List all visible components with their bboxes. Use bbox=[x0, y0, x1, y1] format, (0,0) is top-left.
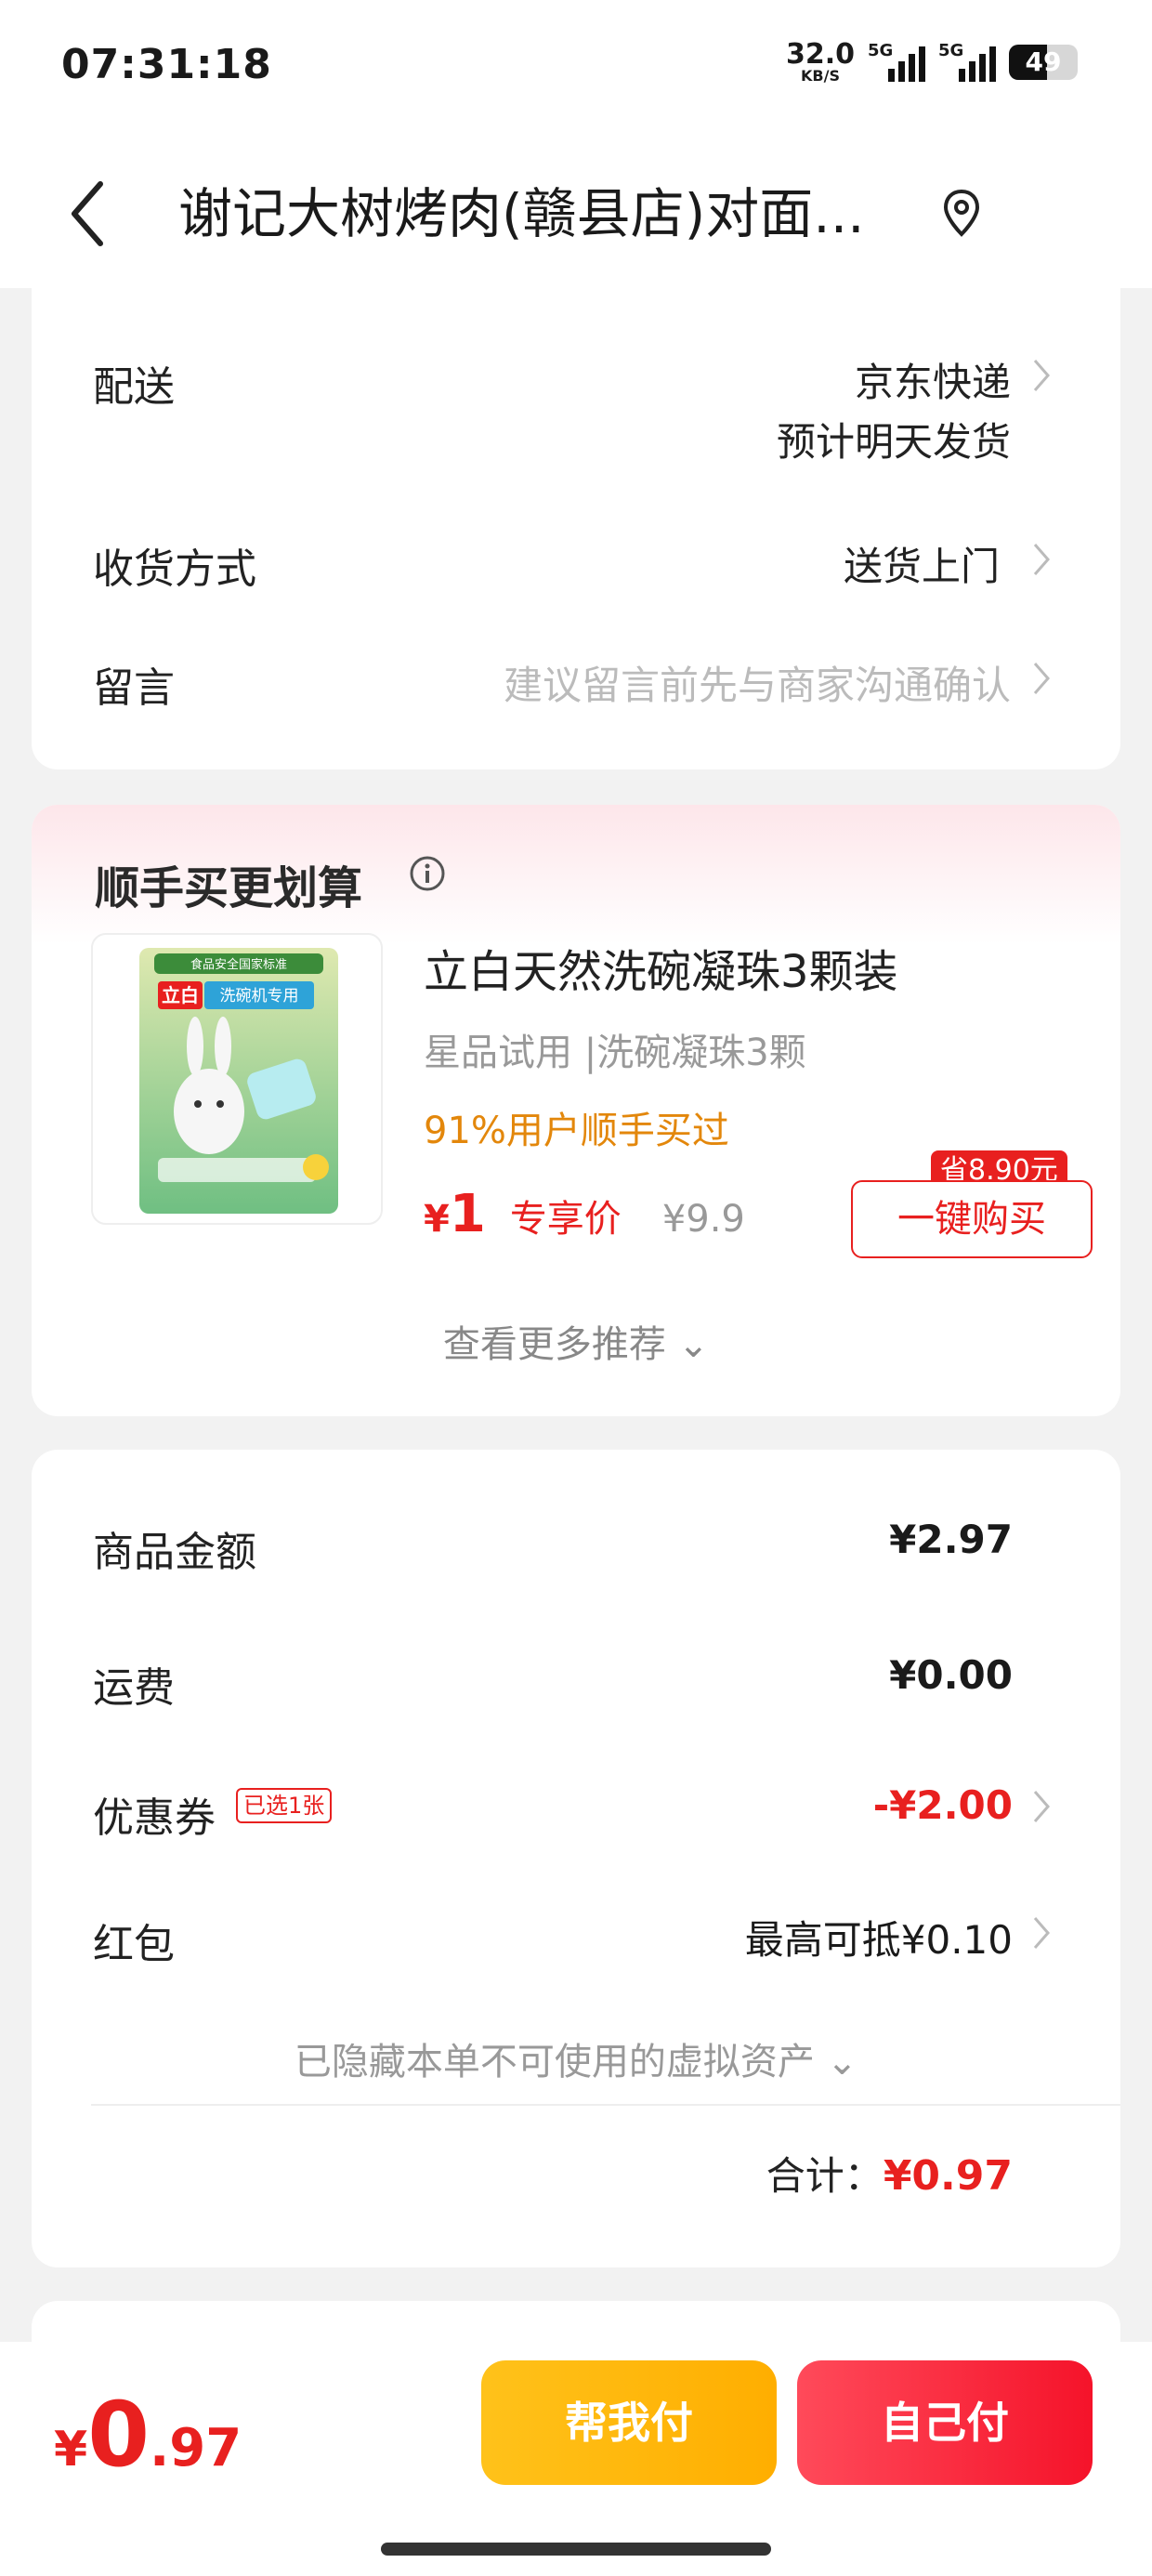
chevron-right-icon[interactable] bbox=[1031, 357, 1052, 394]
hidden-assets-toggle[interactable]: 已隐藏本单不可使用的虚拟资产 ⌄ bbox=[32, 2031, 1120, 2085]
shipping-value[interactable]: 京东快递 bbox=[855, 351, 1011, 408]
price-currency: ¥ bbox=[424, 1198, 450, 1241]
shipping-eta: 预计明天发货 bbox=[776, 419, 1011, 465]
receive-method-label: 收货方式 bbox=[93, 545, 256, 593]
coupon-value[interactable]: -¥2.00 bbox=[873, 1782, 1013, 1828]
more-recommend-link[interactable]: 查看更多推荐 ⌄ bbox=[32, 1314, 1120, 1368]
order-summary-card: 商品金额 ¥2.97 运费 ¥0.00 优惠券 已选1张 -¥2.00 红包 最… bbox=[32, 1450, 1120, 2267]
info-icon[interactable] bbox=[409, 855, 446, 892]
total-label: 合计： bbox=[766, 2153, 884, 2199]
coupon-selected-tag: 已选1张 bbox=[236, 1788, 333, 1823]
recommend-card: 顺手买更划算 食品安全国家标准 立白 洗碗机专用 立白天然洗碗凝珠3颗装 星品试… bbox=[32, 805, 1120, 1416]
status-time: 07:31:18 bbox=[61, 41, 272, 88]
price-row: ¥ 1 专享价 ¥9.9 bbox=[424, 1184, 745, 1244]
network-speed: 32.0 KB/S bbox=[786, 41, 855, 84]
goods-amount-label: 商品金额 bbox=[93, 1529, 256, 1576]
note-input[interactable]: 建议留言前先与商家沟通确认 bbox=[504, 654, 1011, 711]
total-row: 合计： ¥0.97 bbox=[766, 2145, 1013, 2201]
chevron-right-icon[interactable] bbox=[1031, 1788, 1052, 1825]
pay-amount-decimal: .97 bbox=[149, 2418, 242, 2478]
address-title[interactable]: 谢记大树烤肉(赣县店)对面... bbox=[178, 177, 922, 251]
red-packet-label: 红包 bbox=[93, 1921, 175, 1968]
chevron-right-icon[interactable] bbox=[1031, 541, 1052, 578]
shipping-label: 配送 bbox=[93, 363, 175, 411]
network-speed-unit: KB/S bbox=[801, 67, 840, 85]
product-name[interactable]: 立白天然洗碗凝珠3颗装 bbox=[424, 935, 898, 1000]
pay-myself-button[interactable]: 自己付 bbox=[797, 2360, 1093, 2485]
product-subtitle: 星品试用 |洗碗凝珠3颗 bbox=[424, 1032, 806, 1074]
network-speed-value: 32.0 bbox=[785, 38, 855, 71]
exclusive-price-label: 专享价 bbox=[509, 1198, 622, 1241]
pay-currency: ¥ bbox=[54, 2422, 88, 2477]
exclusive-price: 1 bbox=[449, 1184, 486, 1244]
signal-icon: 5G bbox=[938, 41, 996, 84]
battery-level: 49 bbox=[1025, 46, 1062, 77]
battery-icon: 49 bbox=[1009, 45, 1078, 80]
nav-header: 谢记大树烤肉(赣县店)对面... bbox=[0, 139, 1152, 288]
pay-total: ¥ 0 .97 bbox=[54, 2383, 242, 2487]
receive-method-value[interactable]: 送货上门 bbox=[844, 535, 1000, 592]
product-image[interactable]: 食品安全国家标准 立白 洗碗机专用 bbox=[91, 933, 383, 1225]
signal-icon: 5G bbox=[868, 41, 925, 84]
total-value: ¥0.97 bbox=[883, 2152, 1013, 2200]
help-me-pay-button[interactable]: 帮我付 bbox=[481, 2360, 777, 2485]
divider bbox=[91, 2104, 1120, 2106]
original-price: ¥9.9 bbox=[661, 1198, 745, 1241]
image-top-text: 食品安全国家标准 bbox=[190, 957, 287, 972]
goods-amount-value: ¥2.97 bbox=[889, 1517, 1013, 1562]
pay-amount-integer: 0 bbox=[87, 2383, 150, 2487]
freight-value: ¥0.00 bbox=[889, 1652, 1013, 1698]
chevron-right-icon[interactable] bbox=[1031, 1914, 1052, 1952]
status-bar: 07:31:18 32.0 KB/S 5G 5G 49 bbox=[0, 0, 1152, 139]
recommend-title: 顺手买更划算 bbox=[95, 862, 363, 914]
location-pin-icon[interactable] bbox=[938, 188, 985, 240]
chevron-right-icon[interactable] bbox=[1031, 660, 1052, 697]
back-arrow-icon[interactable] bbox=[65, 177, 111, 251]
product-popularity: 91%用户顺手买过 bbox=[424, 1110, 729, 1152]
status-icons: 32.0 KB/S 5G 5G 49 bbox=[786, 41, 1078, 84]
home-indicator[interactable] bbox=[381, 2543, 771, 2556]
bottom-action-bar: ¥ 0 .97 帮我付 自己付 bbox=[0, 2342, 1152, 2576]
note-label: 留言 bbox=[93, 664, 175, 712]
image-brand-text: 立白 bbox=[162, 984, 199, 1006]
freight-label: 运费 bbox=[93, 1664, 175, 1712]
one-click-buy-button[interactable]: 一键购买 bbox=[851, 1180, 1093, 1258]
red-packet-value[interactable]: 最高可抵¥0.10 bbox=[745, 1909, 1013, 1965]
delivery-card: 配送 京东快递 预计明天发货 收货方式 送货上门 留言 建议留言前先与商家沟通确… bbox=[32, 269, 1120, 769]
product-package-image: 食品安全国家标准 立白 洗碗机专用 bbox=[139, 948, 338, 1214]
coupon-label: 优惠券 bbox=[93, 1794, 216, 1842]
image-banner-text: 洗碗机专用 bbox=[220, 987, 299, 1005]
